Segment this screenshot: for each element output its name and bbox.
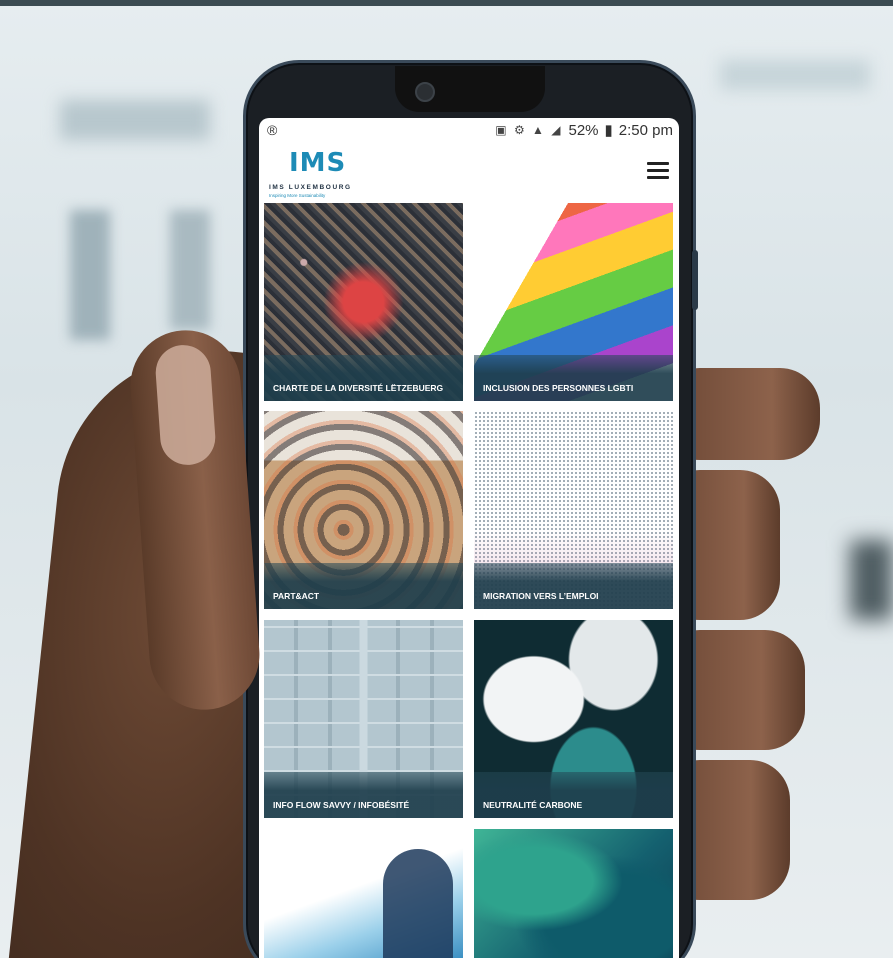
thumbnail-nail — [153, 343, 218, 467]
hamburger-menu-icon[interactable] — [647, 162, 669, 180]
status-right: ▣ ⚙ ▲ ◢ 52% ▮ 2:50 pm — [495, 121, 673, 140]
tile-migration-emploi[interactable]: MIGRATION VERS L’EMPLOI — [474, 411, 673, 609]
status-bar: ® ▣ ⚙ ▲ ◢ 52% ▮ 2:50 pm — [259, 118, 679, 144]
tile-label: CHARTE DE LA DIVERSITÉ LËTZEBUERG — [273, 383, 444, 393]
background-window — [720, 60, 870, 90]
tile-label: INCLUSION DES PERSONNES LGBTI — [483, 383, 634, 393]
status-icons: ▣ ⚙ ▲ ◢ — [495, 123, 563, 137]
background-window — [170, 210, 210, 330]
tile-inclusion-lgbti[interactable]: INCLUSION DES PERSONNES LGBTI — [474, 203, 673, 401]
background-window — [60, 100, 210, 140]
background-top-strip — [0, 0, 893, 6]
tile-label: PART&ACT — [273, 591, 320, 601]
clock: 2:50 pm — [618, 121, 673, 139]
ims-logo[interactable]: IMS IMS LUXEMBOURG Inspiring More Sustai… — [267, 148, 357, 200]
tile-charte-diversite[interactable]: CHARTE DE LA DIVERSITÉ LËTZEBUERG — [264, 203, 463, 401]
front-camera-icon — [415, 82, 435, 102]
tile-neutralite-carbone[interactable]: NEUTRALITÉ CARBONE — [474, 620, 673, 818]
battery-percent: 52% — [568, 121, 599, 139]
battery-icon: ▮ — [604, 122, 613, 139]
app-header: IMS IMS LUXEMBOURG Inspiring More Sustai… — [259, 144, 679, 202]
background-window — [70, 210, 110, 340]
tile-info-flow-savvy[interactable]: INFO FLOW SAVVY / INFOBÉSITÉ — [264, 620, 463, 818]
tile-label: NEUTRALITÉ CARBONE — [483, 800, 583, 810]
tile-label: INFO FLOW SAVVY / INFOBÉSITÉ — [273, 800, 410, 810]
tile-part-act[interactable]: PART&ACT — [264, 411, 463, 609]
phone-side-button — [692, 250, 698, 310]
tile-next-2[interactable] — [474, 829, 673, 958]
tile-next-1[interactable] — [264, 829, 463, 958]
logo-name: IMS LUXEMBOURG — [269, 184, 352, 191]
phone-screen: ® ▣ ⚙ ▲ ◢ 52% ▮ 2:50 pm IMS IMS LUXEMBOU… — [259, 118, 679, 958]
status-left-icon: ® — [267, 122, 278, 138]
tile-image — [474, 829, 673, 958]
tile-label: MIGRATION VERS L’EMPLOI — [483, 591, 599, 601]
logo-tagline: Inspiring More Sustainability — [269, 193, 326, 198]
background-shadow — [850, 540, 893, 620]
logo-mark: IMS — [289, 148, 347, 178]
